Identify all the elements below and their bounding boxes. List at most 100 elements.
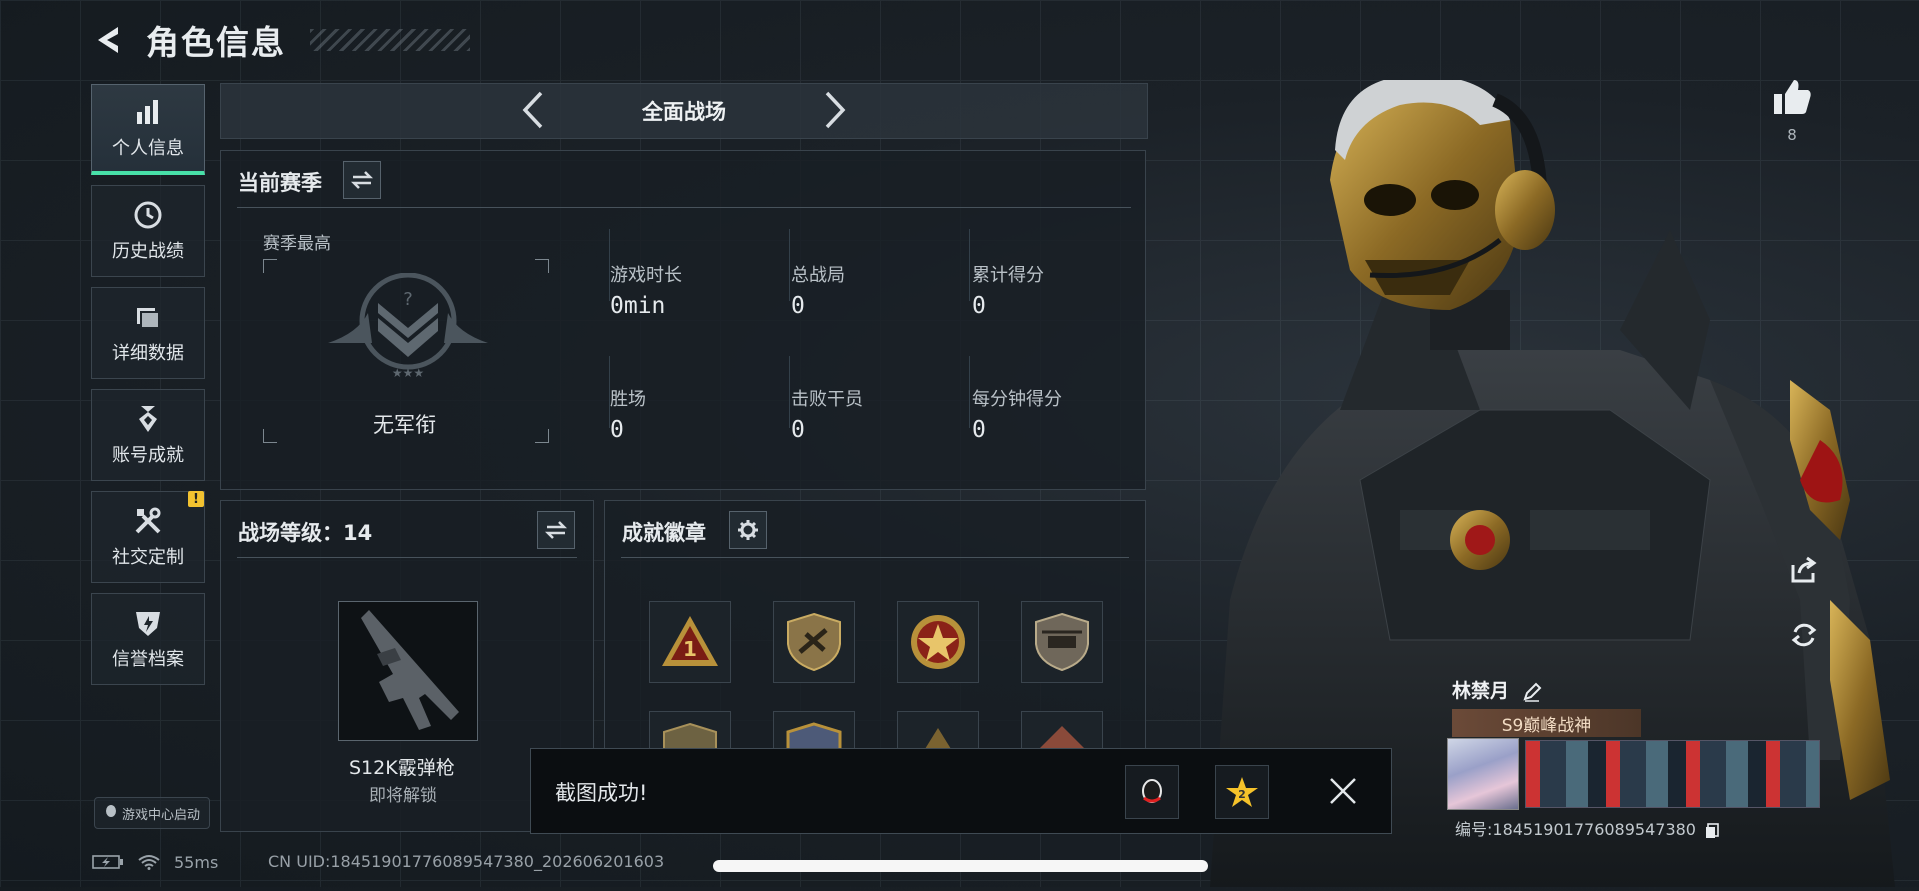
player-id: 编号:1845190177608954738​0 [1455, 816, 1719, 840]
folder-icon [132, 301, 164, 333]
status-bar: 55ms [92, 850, 218, 874]
sidebar-item-history[interactable]: 历史战绩 [91, 185, 205, 277]
divider [789, 356, 790, 428]
stat-value: 0min [610, 293, 666, 319]
share-icon [1791, 556, 1817, 583]
achievement-settings-button[interactable] [729, 511, 767, 549]
sidebar-item-personal-info[interactable]: 个人信息 [91, 84, 205, 175]
stat-value: 0 [610, 417, 624, 443]
helicopter-badge-icon [1035, 612, 1089, 672]
share-button[interactable] [1786, 552, 1822, 588]
swap-icon [545, 521, 567, 539]
divider [789, 229, 790, 301]
share-qq-button[interactable] [1125, 765, 1179, 819]
stat-value: 0 [791, 293, 805, 319]
next-mode-button[interactable] [815, 90, 855, 130]
qq-icon [104, 804, 118, 822]
chevron-right-icon [825, 91, 846, 129]
stat-label: 总战局 [791, 265, 845, 286]
season-title: 当前赛季 [238, 171, 322, 195]
back-button[interactable] [92, 23, 126, 57]
svg-text:2: 2 [1238, 788, 1246, 801]
refresh-icon [1791, 623, 1817, 647]
divider [969, 229, 970, 301]
achievement-badge[interactable] [773, 601, 855, 683]
home-indicator[interactable] [713, 860, 1208, 872]
prev-mode-button[interactable] [513, 90, 553, 130]
achievement-badge[interactable] [1021, 601, 1103, 683]
achievement-title: 成就徽章 [622, 521, 706, 545]
sidebar: 个人信息 历史战绩 详细数据 账号成就 ! 社交定制 信誉档案 [91, 84, 205, 695]
copy-icon[interactable] [1705, 822, 1719, 839]
page-title: 角色信息 [146, 23, 286, 62]
divider [237, 557, 577, 558]
weapon-status: 即将解锁 [369, 786, 437, 806]
sidebar-item-label: 信誉档案 [112, 649, 184, 670]
game-center-label: 游戏中心启动 [121, 807, 200, 823]
shotgun-icon [361, 610, 459, 730]
sidebar-item-detailed-data[interactable]: 详细数据 [91, 287, 205, 379]
share-qzone-button[interactable]: 2 [1215, 765, 1269, 819]
cn-uid-label: CN UID:18451901776089547380_202606201603 [268, 852, 665, 871]
season-panel: 当前赛季 赛季最高 ? ★★★ 无军衔 游戏时长 0min 总战局 0 累计得分… [220, 150, 1146, 490]
sidebar-item-label: 详细数据 [112, 343, 184, 364]
warning-badge: ! [188, 491, 204, 507]
season-switch-button[interactable] [343, 161, 381, 199]
stat-value: 0 [972, 417, 986, 443]
player-id-text: 编号:1845190177608954738​0 [1455, 820, 1696, 839]
sidebar-item-label: 历史战绩 [112, 241, 184, 262]
stat-value: 0 [791, 417, 805, 443]
sidebar-item-label: 个人信息 [112, 138, 184, 159]
player-card: 林禁月 S9巅峰战神 编号:1845190177608954738​0 [1447, 672, 1821, 842]
refresh-button[interactable] [1786, 617, 1822, 653]
ping-value: 55ms [174, 852, 219, 872]
page-header: 角色信息 [92, 18, 470, 62]
season-best-label: 赛季最高 [263, 234, 331, 254]
stat-label: 每分钟得分 [972, 389, 1062, 410]
back-arrow-icon [98, 27, 118, 53]
weapon-name: S12K霰弹枪 [349, 757, 455, 779]
edit-pencil-icon[interactable] [1522, 682, 1542, 702]
qzone-star-icon: 2 [1226, 777, 1258, 807]
medal-icon [132, 403, 164, 435]
divider [237, 207, 1131, 208]
stat-label: 累计得分 [972, 265, 1044, 286]
bar-chart-icon [132, 96, 164, 128]
mode-selector: 全面战场 [220, 83, 1148, 139]
shield-bolt-icon [132, 607, 164, 639]
stat-label: 击败干员 [791, 389, 863, 410]
thumbs-up-icon [1774, 80, 1811, 114]
stat-value: 0 [972, 293, 986, 319]
divider [969, 356, 970, 428]
svg-text:1: 1 [683, 637, 697, 661]
level-title: 战场等级：14 [238, 521, 373, 545]
player-banner [1525, 740, 1820, 808]
divider [621, 557, 1129, 558]
avatar[interactable] [1447, 738, 1519, 810]
sidebar-item-achievements[interactable]: 账号成就 [91, 389, 205, 481]
swap-icon [351, 171, 373, 189]
wifi-icon [138, 855, 160, 870]
sidebar-item-social-custom[interactable]: ! 社交定制 [91, 491, 205, 583]
achievement-badge[interactable]: 1 [649, 601, 731, 683]
sidebar-item-credit-profile[interactable]: 信誉档案 [91, 593, 205, 685]
sidebar-item-label: 社交定制 [112, 547, 184, 568]
player-title-tag: S9巅峰战神 [1452, 709, 1641, 737]
sidebar-item-label: 账号成就 [112, 445, 184, 466]
game-center-button[interactable]: 游戏中心启动 [94, 797, 210, 829]
like-button[interactable]: 8 [1770, 78, 1814, 144]
star-medal-icon [911, 615, 965, 669]
triangle-badge-icon: 1 [662, 616, 718, 666]
close-toast-button[interactable] [1317, 765, 1369, 817]
achievement-badge[interactable] [897, 601, 979, 683]
svg-text:★★★: ★★★ [392, 366, 424, 380]
rank-emblem-icon: ? ★★★ [328, 273, 488, 380]
weapon-card[interactable] [338, 601, 478, 741]
player-name: 林禁月 [1452, 676, 1542, 703]
like-count: 8 [1787, 126, 1797, 144]
tools-icon [132, 505, 164, 537]
header-decoration [310, 29, 470, 51]
svg-text:?: ? [403, 289, 413, 310]
close-icon [1330, 778, 1356, 804]
level-switch-button[interactable] [537, 511, 575, 549]
